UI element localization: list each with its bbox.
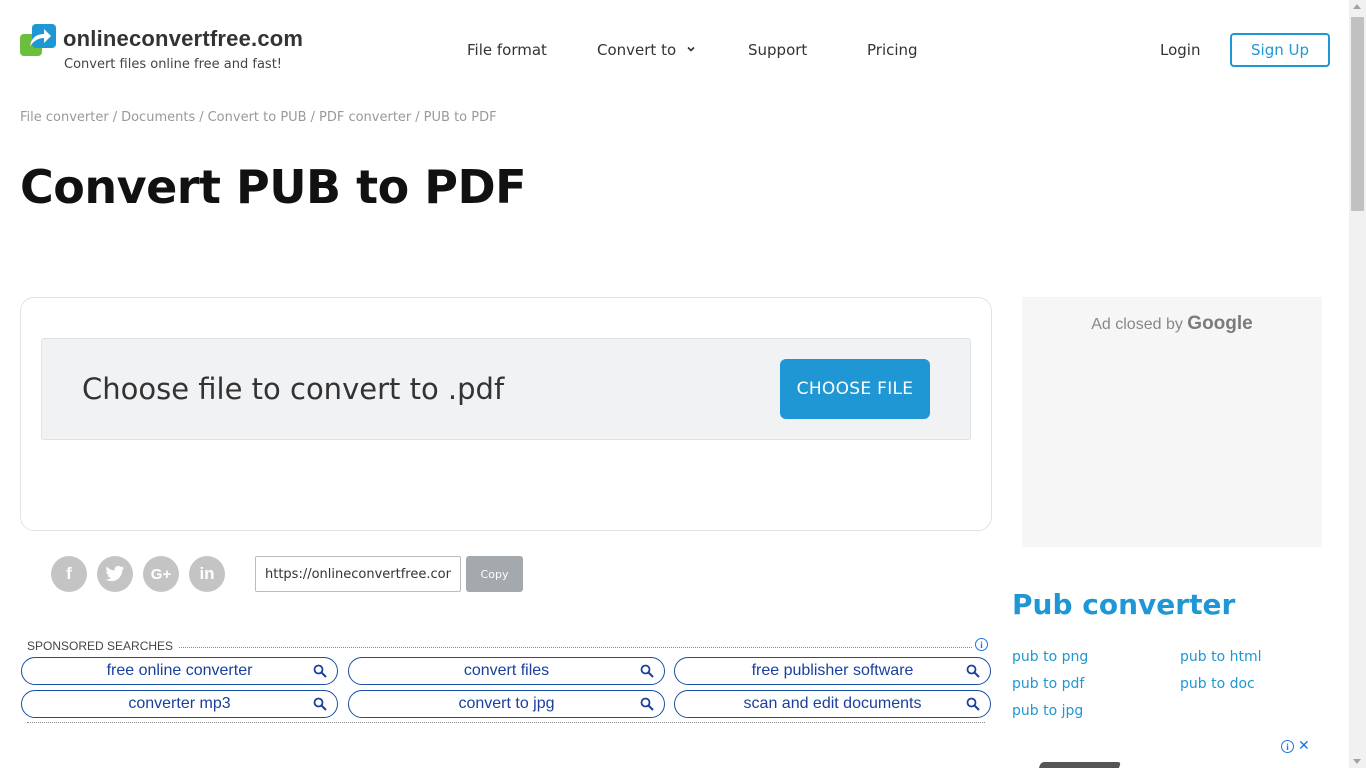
search-icon: [966, 664, 980, 678]
sponsored-label: SPONSORED SEARCHES: [27, 639, 180, 653]
google-plus-icon[interactable]: G+: [143, 556, 179, 592]
search-icon: [313, 697, 327, 711]
nav-file-format[interactable]: File format: [467, 41, 547, 59]
signup-button[interactable]: Sign Up: [1230, 33, 1330, 67]
scroll-up-icon[interactable]: [1353, 4, 1361, 9]
ad-info-icon[interactable]: i: [1281, 740, 1294, 753]
scrollbar-thumb[interactable]: [1351, 17, 1364, 211]
logo-tagline: Convert files online free and fast!: [64, 57, 283, 72]
ad-image-peek: [1038, 762, 1122, 768]
share-url-input[interactable]: [255, 556, 461, 592]
copy-button[interactable]: Copy: [466, 556, 523, 592]
sidebar-title: Pub converter: [1012, 588, 1236, 621]
ad-closed-notice: Ad closed by Google: [1091, 313, 1253, 334]
breadcrumb-convert-to-pub[interactable]: Convert to PUB: [208, 110, 307, 125]
sponsored-pill[interactable]: free online converter: [21, 657, 338, 685]
ad-slot: Ad closed by Google: [1022, 297, 1322, 547]
page-title: Convert PUB to PDF: [20, 160, 527, 214]
scroll-down-icon[interactable]: [1353, 759, 1361, 764]
sponsored-pill[interactable]: scan and edit documents: [674, 690, 991, 718]
search-icon: [966, 697, 980, 711]
sponsored-pill[interactable]: convert to jpg: [348, 690, 665, 718]
twitter-icon[interactable]: [97, 556, 133, 592]
nav-convert-to[interactable]: Convert to: [597, 41, 695, 59]
sidebar-link-pub-to-html[interactable]: pub to html: [1180, 649, 1262, 665]
nav-convert-to-label: Convert to: [597, 41, 677, 59]
search-icon: [313, 664, 327, 678]
nav-support[interactable]: Support: [748, 41, 807, 59]
dropzone-prompt: Choose file to convert to .pdf: [82, 372, 505, 406]
sponsored-pill[interactable]: converter mp3: [21, 690, 338, 718]
logo-name: onlineconvertfree.com: [63, 26, 304, 51]
sidebar-link-pub-to-png[interactable]: pub to png: [1012, 649, 1088, 665]
login-link[interactable]: Login: [1160, 41, 1200, 59]
sidebar-link-pub-to-doc[interactable]: pub to doc: [1180, 676, 1255, 692]
google-logo: Google: [1187, 313, 1253, 334]
close-icon[interactable]: ✕: [1298, 739, 1310, 753]
logo-icon: [20, 24, 56, 56]
sponsored-searches: SPONSORED SEARCHES i free online convert…: [20, 638, 992, 728]
facebook-icon[interactable]: f: [51, 556, 87, 592]
choose-file-button[interactable]: CHOOSE FILE: [780, 359, 930, 419]
breadcrumb-file-converter[interactable]: File converter: [20, 110, 109, 125]
sidebar-link-pub-to-jpg[interactable]: pub to jpg: [1012, 703, 1083, 719]
search-icon: [640, 664, 654, 678]
sponsored-pill[interactable]: free publisher software: [674, 657, 991, 685]
ad-controls: i ✕: [1281, 739, 1310, 753]
breadcrumb: File converter / Documents / Convert to PUB /…: [20, 110, 497, 125]
sponsored-pill[interactable]: convert files: [348, 657, 665, 685]
file-dropzone[interactable]: Choose file to convert to .pdf CHOOSE FI…: [41, 338, 971, 440]
breadcrumb-pdf-converter[interactable]: PDF converter: [319, 110, 411, 125]
breadcrumb-pub-to-pdf[interactable]: PUB to PDF: [424, 110, 497, 125]
nav-pricing[interactable]: Pricing: [867, 41, 918, 59]
sidebar-link-pub-to-pdf[interactable]: pub to pdf: [1012, 676, 1084, 692]
breadcrumb-documents[interactable]: Documents: [121, 110, 195, 125]
search-icon: [640, 697, 654, 711]
converter-panel: Choose file to convert to .pdf CHOOSE FI…: [20, 297, 992, 531]
chevron-down-icon: [687, 46, 695, 52]
linkedin-icon[interactable]: in: [189, 556, 225, 592]
ad-info-icon[interactable]: i: [975, 638, 988, 651]
page-scrollbar[interactable]: [1349, 0, 1366, 768]
